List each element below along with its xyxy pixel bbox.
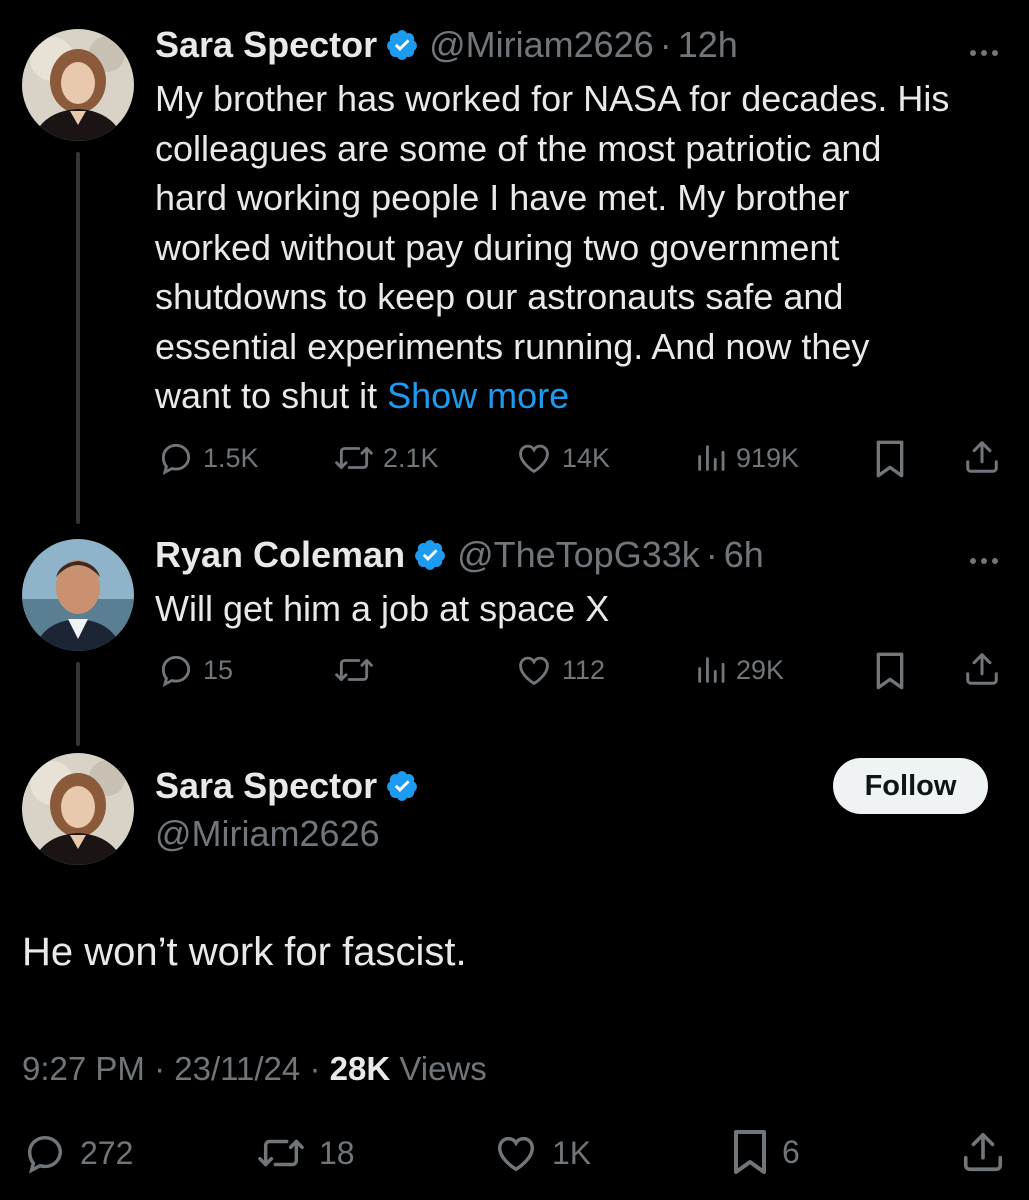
reply-icon <box>27 1135 63 1174</box>
avatar-sara-spector[interactable] <box>22 29 134 141</box>
tweet-text-line: shutdowns to keep our astronauts safe an… <box>155 276 844 317</box>
bookmark-icon <box>876 440 904 478</box>
bookmark-icon <box>876 652 904 690</box>
views-icon <box>698 445 725 471</box>
more-icon[interactable] <box>970 43 1004 56</box>
tweet1-header: Sara Spector @Miriam2626 · 12h <box>155 24 738 66</box>
tweet-date[interactable]: 23/11/24 <box>174 1050 300 1087</box>
separator-dot: · <box>309 1050 330 1087</box>
tweet-meta: 9:27 PM · 23/11/24 · 28K Views <box>22 1050 487 1088</box>
views-button[interactable]: 919K <box>694 439 799 477</box>
tweet1-text: My brother has worked for NASA for decad… <box>155 74 949 421</box>
bookmark-button[interactable] <box>873 439 907 479</box>
tweet-text-fragment: want to shut it <box>155 375 388 416</box>
separator-dot: · <box>154 1050 175 1087</box>
bookmark-button[interactable]: 6 <box>730 1128 800 1176</box>
share-button[interactable] <box>960 1128 1006 1176</box>
like-icon <box>497 1136 535 1172</box>
verified-badge-icon <box>415 540 445 570</box>
repost-button[interactable] <box>333 651 383 689</box>
like-button[interactable]: 14K <box>514 439 610 477</box>
repost-icon <box>258 1139 304 1167</box>
author-name[interactable]: Sara Spector <box>155 765 377 807</box>
like-count: 112 <box>562 654 606 685</box>
separator-dot: · <box>705 534 718 575</box>
main-tweet-text: He won’t work for fascist. <box>22 930 467 974</box>
reply-count: 1.5K <box>203 442 259 473</box>
repost-icon <box>335 447 373 469</box>
thread-connector-line <box>76 662 80 746</box>
avatar-sara-spector[interactable] <box>22 753 134 865</box>
like-icon <box>519 656 549 686</box>
like-count: 1K <box>552 1134 592 1171</box>
show-more-link[interactable]: Show more <box>387 375 569 416</box>
more-icon[interactable] <box>970 551 1004 564</box>
repost-count: 2.1K <box>383 442 439 473</box>
reply-button[interactable]: 272 <box>22 1130 133 1176</box>
share-icon <box>963 1132 1003 1172</box>
thread-connector-line <box>76 152 80 524</box>
reply-icon <box>161 443 191 476</box>
views-count: 28K <box>329 1050 391 1087</box>
separator-dot: · <box>659 24 672 65</box>
repost-button[interactable]: 2.1K <box>333 439 439 477</box>
share-icon <box>966 653 998 685</box>
main-tweet-header: Sara Spector <box>155 765 419 807</box>
reply-count: 15 <box>203 654 234 685</box>
verified-badge-icon <box>387 771 417 801</box>
tweet-text-line: My brother has worked for NASA for decad… <box>155 78 950 119</box>
reply-icon <box>161 655 191 688</box>
bookmark-icon <box>734 1130 766 1174</box>
views-icon <box>698 657 725 683</box>
follow-button[interactable]: Follow <box>833 758 988 814</box>
repost-count: 18 <box>319 1134 355 1171</box>
tweet-text-line: want to shut it Show more <box>155 371 949 421</box>
tweet-time[interactable]: 9:27 PM <box>22 1050 145 1087</box>
repost-button[interactable]: 18 <box>255 1130 355 1176</box>
tweet-text-line: hard working people I have met. My broth… <box>155 177 850 218</box>
views-count: 919K <box>736 442 800 473</box>
views-count: 29K <box>736 654 785 685</box>
like-button[interactable]: 1K <box>492 1130 591 1176</box>
share-icon <box>966 441 998 473</box>
author-handle[interactable]: @Miriam2626 <box>429 24 654 66</box>
like-icon <box>519 444 549 474</box>
repost-icon <box>335 659 373 681</box>
share-button[interactable] <box>963 437 1001 477</box>
bookmark-count: 6 <box>782 1133 800 1170</box>
reply-button[interactable]: 15 <box>157 651 233 689</box>
like-count: 14K <box>562 442 611 473</box>
reply-count: 272 <box>80 1134 134 1171</box>
bookmark-button[interactable] <box>873 651 907 691</box>
thread-view: Sara Spector @Miriam2626 · 12h My brothe… <box>0 0 1029 1200</box>
reply-button[interactable]: 1.5K <box>157 439 259 477</box>
like-button[interactable]: 112 <box>514 651 605 689</box>
views-label: Views <box>399 1050 487 1087</box>
main-tweet-handle-row: @Miriam2626 <box>145 813 380 855</box>
tweet-text-line: worked without pay during two government <box>155 226 840 268</box>
tweet2-text: Will get him a job at space X <box>155 588 610 629</box>
tweet2-header: Ryan Coleman @TheTopG33k · 6h <box>155 534 764 576</box>
verified-badge-icon <box>387 30 417 60</box>
tweet-time[interactable]: 12h <box>678 24 738 66</box>
author-name[interactable]: Sara Spector <box>155 24 377 66</box>
avatar-ryan-coleman[interactable] <box>22 539 134 651</box>
share-button[interactable] <box>963 649 1001 689</box>
tweet-text-line: colleagues are some of the most patrioti… <box>155 127 882 169</box>
tweet-time[interactable]: 6h <box>724 534 764 576</box>
author-handle[interactable]: @TheTopG33k <box>457 534 700 576</box>
tweet-text-line: essential experiments running. And now t… <box>155 325 870 367</box>
author-handle[interactable]: @Miriam2626 <box>155 813 380 855</box>
views-button[interactable]: 29K <box>694 651 784 689</box>
author-name[interactable]: Ryan Coleman <box>155 534 405 576</box>
